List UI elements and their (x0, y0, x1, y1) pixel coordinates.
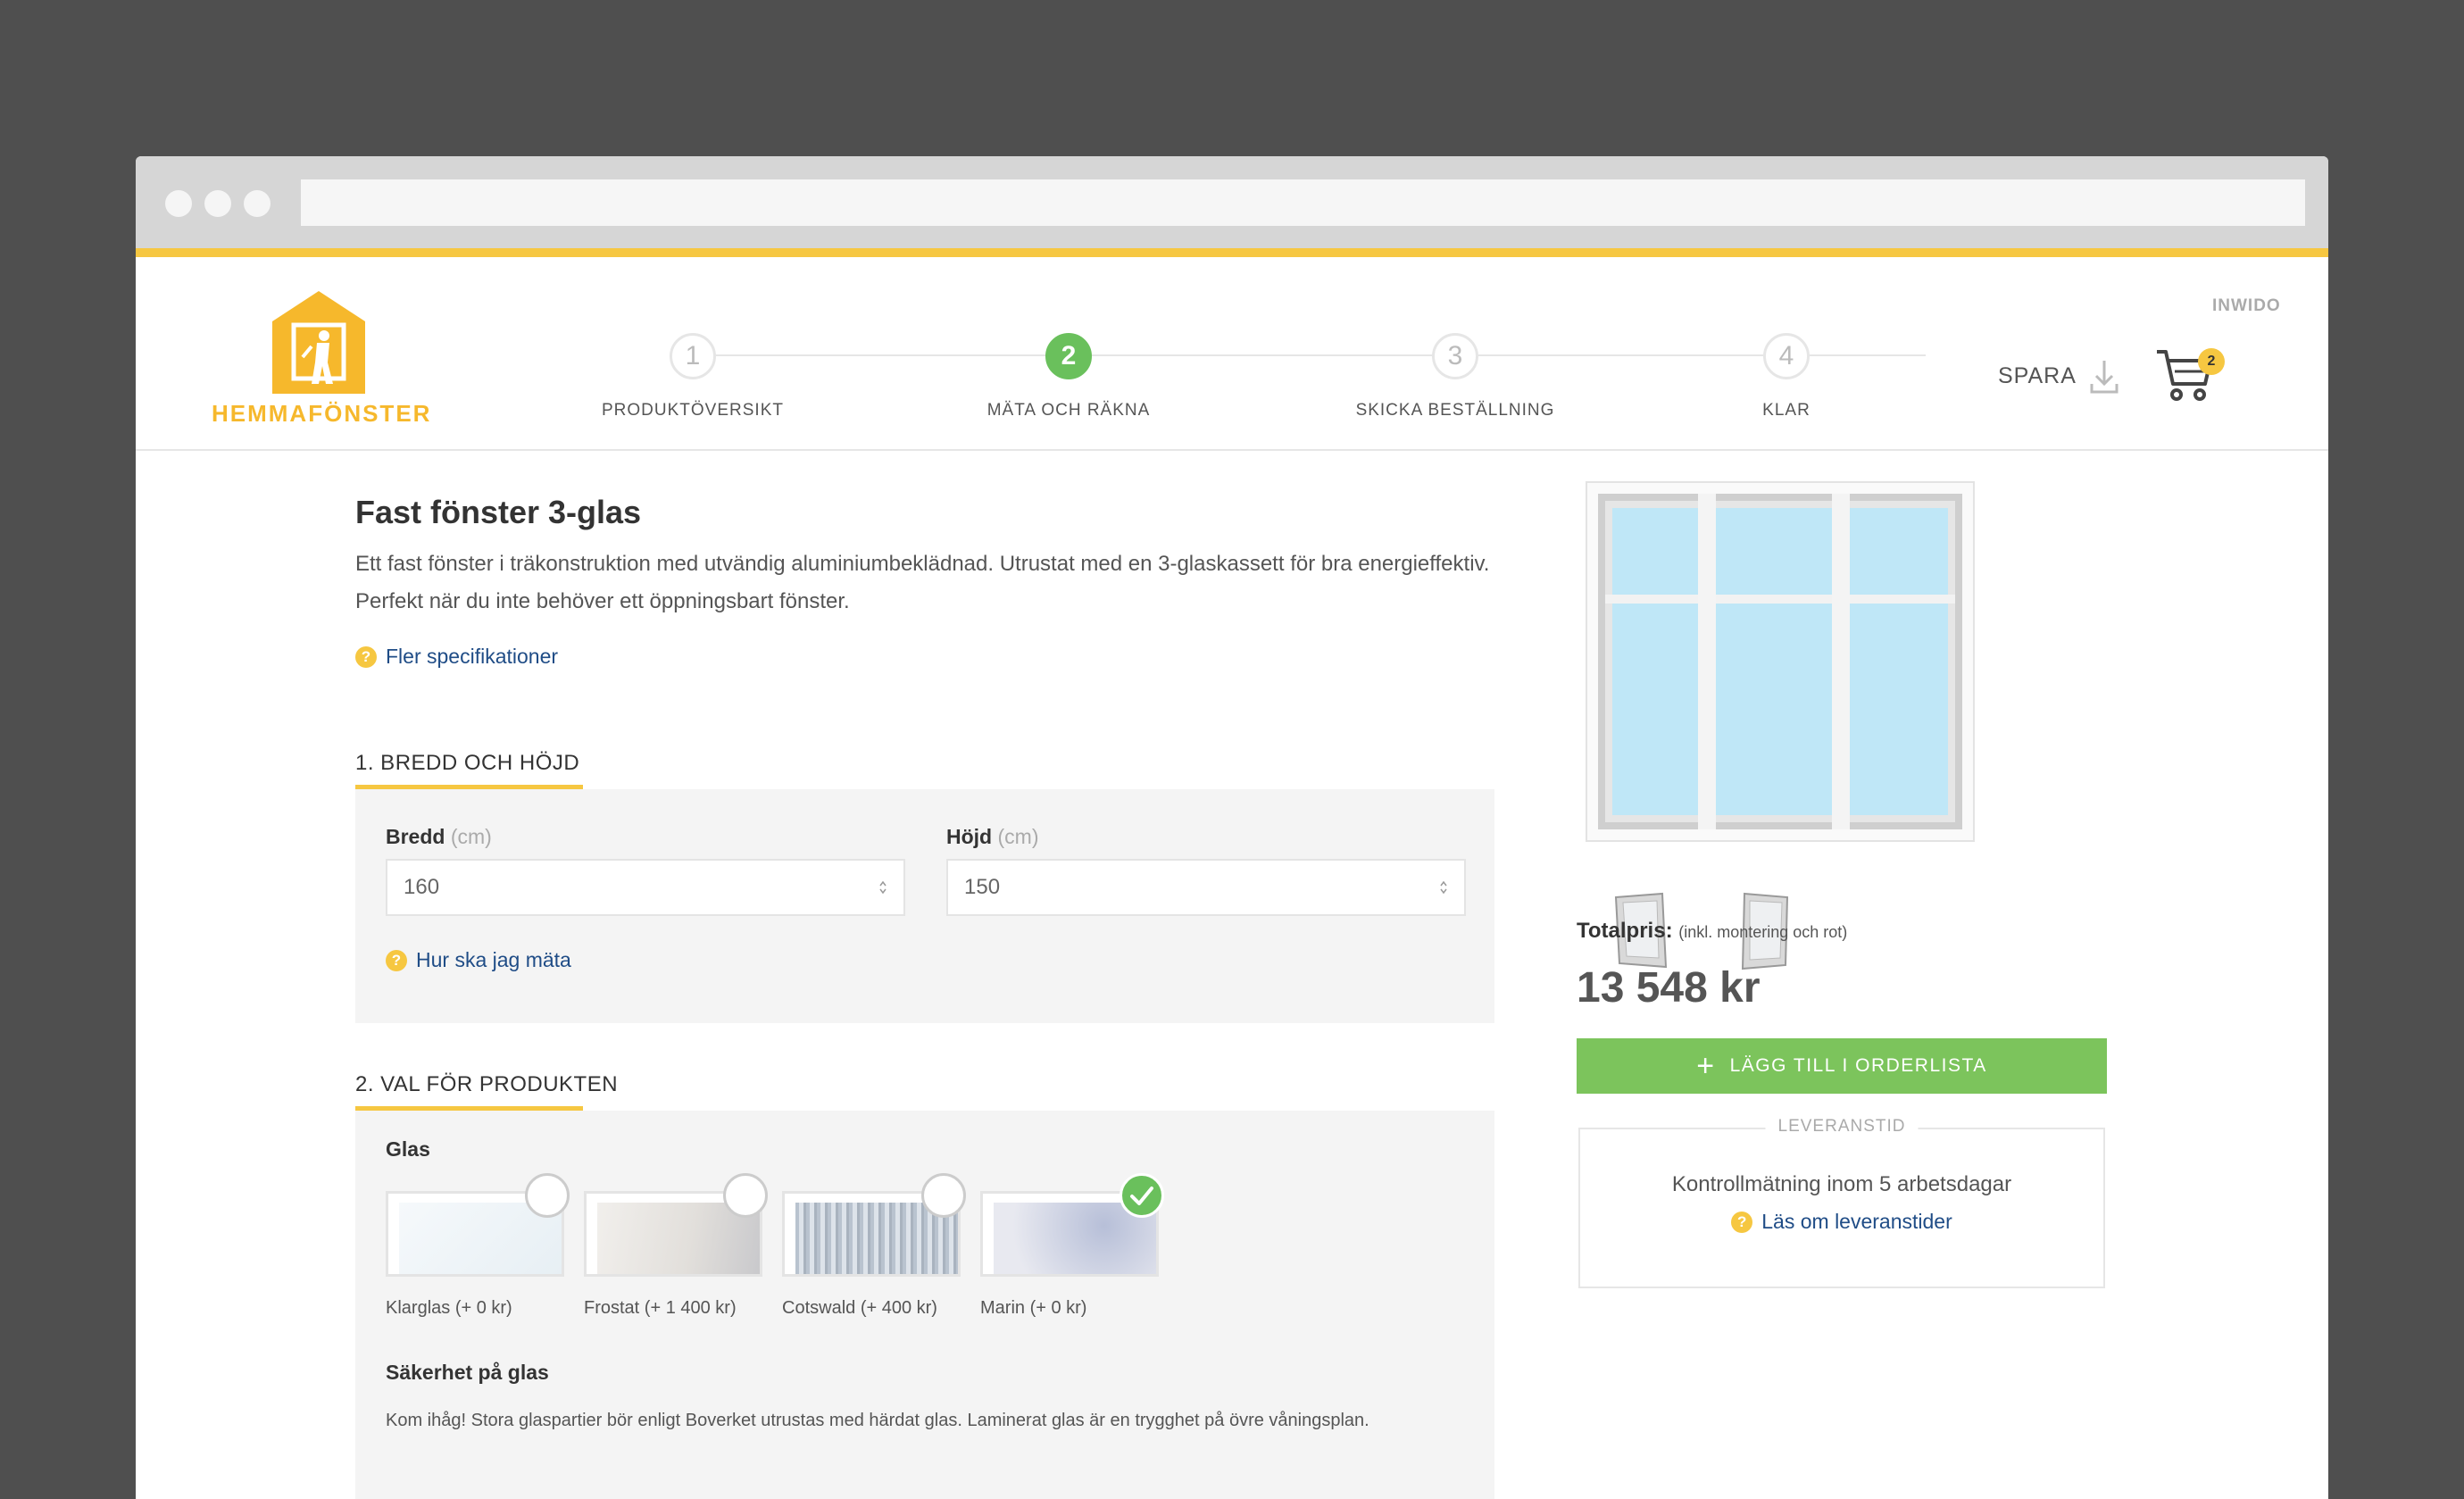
brand-name: HEMMAFÖNSTER (212, 400, 432, 427)
main-content: Fast fönster 3-glas Ett fast fönster i t… (136, 453, 2328, 1499)
options-panel: Glas Klarglas (+ 0 kr) Frostat (+ 1 400 … (355, 1111, 1494, 1499)
window-close-dot[interactable] (165, 190, 192, 217)
width-input[interactable]: 160 (386, 859, 905, 916)
question-icon: ? (1731, 1211, 1753, 1233)
address-bar[interactable] (301, 179, 2305, 226)
height-label-text: Höjd (946, 825, 993, 848)
width-label-text: Bredd (386, 825, 445, 848)
glass-option-label: Marin (+ 0 kr) (980, 1298, 1087, 1318)
section-title-product-options: 2. VAL FÖR PRODUKTEN (355, 1072, 619, 1096)
read-about-delivery-link[interactable]: ? Läs om leveranstider (1580, 1210, 2103, 1234)
step-label: KLAR (1762, 401, 1811, 420)
brand-logo[interactable]: HEMMAFÖNSTER (212, 291, 432, 427)
step-label: MÄTA OCH RÄKNA (986, 401, 1151, 420)
step-send-order[interactable]: 3 SKICKA BESTÄLLNING (1294, 333, 1616, 421)
total-price: 13 548 kr (1577, 964, 1761, 1012)
delivery-time-box: LEVERANSTID Kontrollmätning inom 5 arbet… (1578, 1117, 2105, 1288)
accent-line (136, 248, 2328, 257)
add-button-label: LÄGG TILL I ORDERLISTA (1729, 1055, 1987, 1076)
stepper-arrows-icon[interactable] (1439, 879, 1448, 896)
step-label: PRODUKTÖVERSIKT (602, 401, 784, 420)
step-label: SKICKA BESTÄLLNING (1355, 401, 1555, 420)
step-number: 2 (1045, 333, 1092, 379)
browser-chrome (136, 156, 2328, 257)
height-value: 150 (964, 875, 1001, 899)
radio-unchecked-icon[interactable] (723, 1173, 768, 1218)
question-icon: ? (386, 949, 407, 971)
step-product-overview[interactable]: 1 PRODUKTÖVERSIKT (532, 333, 853, 421)
step-number: 4 (1763, 333, 1810, 379)
add-to-order-list-button[interactable]: + LÄGG TILL I ORDERLISTA (1577, 1038, 2107, 1094)
window-maximize-dot[interactable] (244, 190, 271, 217)
section-title-dimensions: 1. BREDD OCH HÖJD (355, 751, 580, 775)
step-measure-calculate[interactable]: 2 MÄTA OCH RÄKNA (908, 333, 1229, 421)
shopping-cart-button[interactable]: 2 (2153, 343, 2225, 405)
width-label: Bredd (cm) (386, 825, 492, 849)
glass-option-klarglas[interactable]: Klarglas (+ 0 kr) (386, 1173, 570, 1319)
check-icon (1130, 1187, 1153, 1205)
height-label: Höjd (cm) (946, 825, 1038, 849)
radio-unchecked-icon[interactable] (525, 1173, 570, 1218)
browser-window: HEMMAFÖNSTER 1 PRODUKTÖVERSIKT 2 MÄTA OC… (136, 156, 2328, 1499)
save-label: SPARA (1998, 362, 2077, 388)
glass-option-frostat[interactable]: Frostat (+ 1 400 kr) (584, 1173, 768, 1319)
glass-safety-text: Kom ihåg! Stora glaspartier bör enligt B… (386, 1411, 1369, 1430)
step-done[interactable]: 4 KLAR (1626, 333, 1947, 421)
stepper-arrows-icon[interactable] (878, 879, 887, 896)
delivery-legend: LEVERANSTID (1765, 1117, 1919, 1137)
window-preview-image (1586, 481, 1975, 842)
glass-option-cotswald[interactable]: Cotswald (+ 400 kr) (782, 1173, 966, 1319)
glass-label: Glas (386, 1137, 430, 1161)
total-price-note: (inkl. montering och rot) (1678, 923, 1848, 941)
height-unit: (cm) (997, 825, 1039, 848)
link-text: Fler specifikationer (386, 645, 559, 668)
download-icon (2090, 361, 2119, 394)
partner-logo: INWIDO (2212, 296, 2281, 315)
step-number: 1 (670, 333, 716, 379)
house-logo-icon (272, 291, 365, 394)
delivery-text: Kontrollmätning inom 5 arbetsdagar (1671, 1172, 2012, 1196)
radio-unchecked-icon[interactable] (921, 1173, 966, 1218)
more-specifications-link[interactable]: ? Fler specifikationer (355, 645, 558, 669)
link-text: Läs om leveranstider (1761, 1210, 1952, 1233)
cart-count-badge: 2 (2198, 348, 2225, 375)
glass-option-marin[interactable]: Marin (+ 0 kr) (980, 1173, 1164, 1319)
total-price-label: Totalpris: (inkl. montering och rot) (1577, 919, 1847, 944)
glass-option-label: Cotswald (+ 400 kr) (782, 1298, 937, 1318)
total-label-text: Totalpris: (1577, 919, 1673, 943)
link-text: Hur ska jag mäta (416, 948, 571, 971)
dimensions-panel: Bredd (cm) 160 Höjd (cm) 150 ? Hur ska j… (355, 789, 1494, 1023)
question-icon: ? (355, 645, 377, 668)
site-header: HEMMAFÖNSTER 1 PRODUKTÖVERSIKT 2 MÄTA OC… (136, 257, 2328, 451)
step-number: 3 (1432, 333, 1478, 379)
width-unit: (cm) (450, 825, 492, 848)
glass-option-label: Klarglas (+ 0 kr) (386, 1298, 512, 1318)
product-description: Ett fast fönster i träkonstruktion med u… (355, 552, 1490, 613)
width-value: 160 (404, 875, 440, 899)
height-input[interactable]: 150 (946, 859, 1466, 916)
how-to-measure-link[interactable]: ? Hur ska jag mäta (386, 948, 571, 972)
glass-safety-title: Säkerhet på glas (386, 1361, 549, 1384)
save-button[interactable]: SPARA (1998, 357, 2119, 395)
checkmark-selected-icon[interactable] (1120, 1173, 1164, 1218)
glass-option-label: Frostat (+ 1 400 kr) (584, 1298, 737, 1318)
window-minimize-dot[interactable] (204, 190, 231, 217)
product-title: Fast fönster 3-glas (355, 494, 642, 530)
plus-icon: + (1696, 1049, 1716, 1083)
